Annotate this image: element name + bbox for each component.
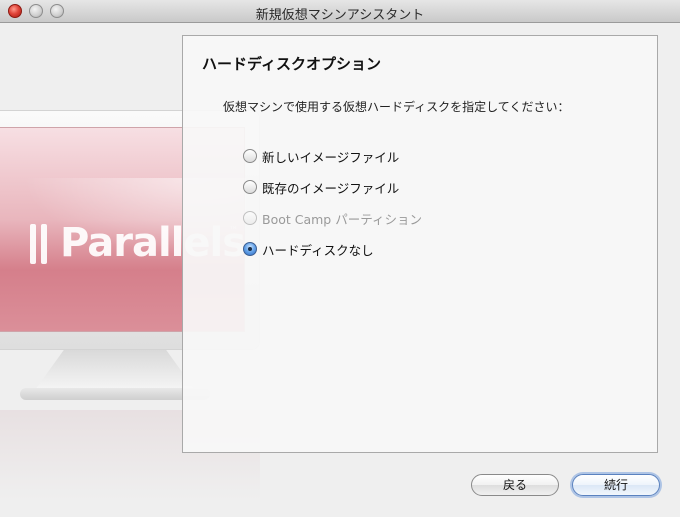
option-no-hard-disk[interactable]: ハードディスクなし [243, 240, 374, 258]
assistant-window: 新規仮想マシンアシスタント Parallels ™ ハードディスクオプション 仮… [0, 0, 680, 517]
continue-button[interactable]: 続行 [572, 474, 660, 496]
instruction-text: 仮想マシンで使用する仮想ハードディスクを指定してください： [223, 100, 570, 114]
option-label: ハードディスクなし [262, 242, 374, 258]
radio-new-image-file[interactable] [243, 149, 257, 163]
option-existing-image-file[interactable]: 既存のイメージファイル [243, 178, 399, 196]
options-panel: ハードディスクオプション 仮想マシンで使用する仮想ハードディスクを指定してくださ… [182, 35, 658, 453]
option-boot-camp-partition: Boot Camp パーティション [243, 209, 422, 227]
radio-boot-camp-partition [243, 211, 257, 225]
option-label: Boot Camp パーティション [262, 211, 422, 227]
radio-existing-image-file[interactable] [243, 180, 257, 194]
option-new-image-file[interactable]: 新しいイメージファイル [243, 147, 399, 165]
section-heading: ハードディスクオプション [202, 55, 381, 73]
option-label: 新しいイメージファイル [262, 149, 400, 165]
parallels-logo-icon [30, 224, 52, 268]
monitor-stand [35, 350, 195, 390]
back-button[interactable]: 戻る [471, 474, 559, 496]
radio-no-hard-disk[interactable] [243, 242, 257, 256]
option-label: 既存のイメージファイル [262, 180, 400, 196]
window-title: 新規仮想マシンアシスタント [255, 8, 425, 23]
title-bar[interactable]: 新規仮想マシンアシスタント [0, 0, 680, 23]
